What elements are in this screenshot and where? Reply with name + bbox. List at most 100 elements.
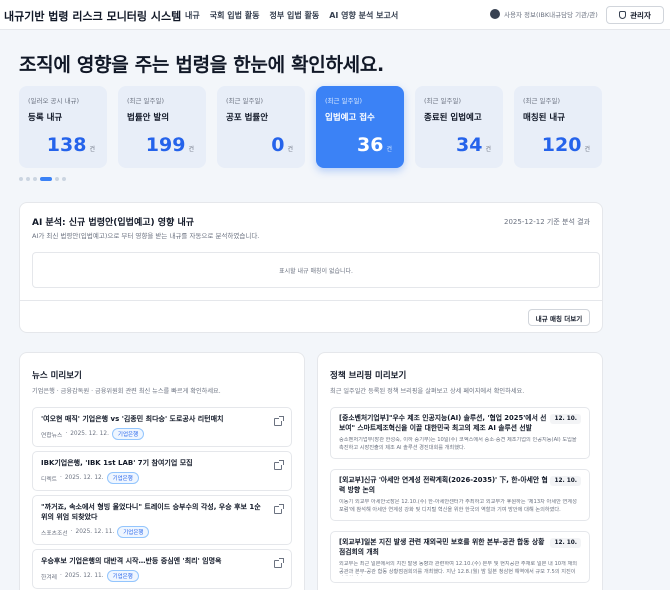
policy-item-date: 12. 10.: [550, 414, 581, 424]
news-item[interactable]: 우승후보 기업은행의 대반격 시작…반등 중심엔 '최리' 임명옥 한겨레 · 20…: [32, 549, 292, 589]
external-link-icon[interactable]: [274, 416, 284, 426]
policy-item-title: [외교부]신규 '아세안 연계성 전략계획(2026-2035)' 下, 한-아…: [339, 476, 548, 494]
user-icon: [490, 9, 500, 19]
stat-kicker: (최근 일주일): [127, 97, 165, 105]
policy-item[interactable]: [외교부]신규 '아세안 연계성 전략계획(2026-2035)' 下, 한-아…: [330, 469, 590, 521]
nav-item-national-assembly[interactable]: 국회 입법 활동: [210, 10, 260, 21]
news-date: 2025. 12. 11.: [64, 573, 104, 579]
policy-item-body: 이동기 외교부 아세안국장은 12.10.(수) 한-아세안센터가 주최하고 외…: [339, 499, 577, 513]
stat-card-matched[interactable]: (최근 일주일) 매칭된 내규 120 건: [514, 86, 602, 168]
news-source: 스포츠조선: [41, 530, 68, 537]
ai-panel-date: 2025-12-12 기준 분석 결과: [504, 218, 590, 226]
stat-unit: 건: [188, 146, 194, 153]
divider: [20, 300, 602, 301]
news-source: 디렉트: [41, 476, 57, 483]
stat-card-notice-received[interactable]: (최근 일주일) 입법예고 접수 36 건: [316, 86, 404, 168]
user-info[interactable]: 사용자 정보(IBK내규담당 기관/관): [490, 9, 598, 19]
nav-item-government[interactable]: 정부 입법 활동: [269, 10, 319, 21]
more-matches-button[interactable]: 내규 매칭 더보기: [528, 309, 590, 326]
news-tag: 기업은행: [117, 526, 150, 538]
stat-card-bills-proposed[interactable]: (최근 일주일) 법률안 발의 199 건: [118, 86, 206, 168]
stat-value: 120: [541, 134, 582, 156]
policy-item-title: [중소벤처기업부]"우수 제조 인공지능(AI) 솔루션, '협업 2025'에…: [339, 414, 547, 432]
stat-value: 0: [271, 134, 285, 156]
stat-title: 종료된 입법예고: [424, 113, 482, 123]
stat-title: 공포 법률안: [226, 113, 269, 123]
external-link-icon[interactable]: [274, 460, 284, 470]
news-subtitle: 기업은행 · 금융감독원 · 금융위원회 관련 최신 뉴스를 빠르게 확인하세요…: [32, 388, 221, 395]
carousel-dot[interactable]: [33, 177, 37, 181]
news-item-title: "까거죠, 속소에서 형빙 울었다니" 트레이드 승부수의 각성, 우승 후보 …: [41, 503, 261, 521]
stat-kicker: (최근 일주일): [424, 97, 462, 105]
policy-item[interactable]: [중소벤처기업부]"우수 제조 인공지능(AI) 솔루션, '협업 2025'에…: [330, 407, 590, 459]
carousel-dot[interactable]: [26, 177, 30, 181]
nav-item-regulations[interactable]: 내규: [185, 10, 200, 21]
nav-item-ai-report[interactable]: AI 영향 분석 보고서: [329, 10, 398, 21]
stat-value: 138: [46, 134, 87, 156]
stat-value: 199: [145, 134, 186, 156]
top-bar: 내규기반 법령 리스크 모니터링 시스템 내규 국회 입법 활동 정부 입법 활…: [0, 0, 670, 30]
stat-value: 34: [456, 134, 483, 156]
news-item[interactable]: "까거죠, 속소에서 형빙 울었다니" 트레이드 승부수의 각성, 우승 후보 …: [32, 495, 292, 545]
stat-kicker: (최근 일주일): [226, 97, 264, 105]
stat-title: 등록 내규: [28, 113, 63, 123]
news-source: 한겨레: [41, 574, 57, 581]
news-source: 연합뉴스: [41, 432, 63, 439]
stat-title: 매칭된 내규: [523, 113, 566, 123]
news-item-title: IBK기업은행, 'IBK 1st LAB' 7기 참여기업 모집: [41, 459, 193, 467]
carousel-dot-active[interactable]: [40, 177, 52, 181]
stat-value: 36: [357, 134, 384, 156]
stat-kicker: (최근 일주일): [523, 97, 561, 105]
empty-state: 표시할 내규 매칭이 없습니다.: [32, 252, 600, 288]
policy-item-title: [외교부]일본 지진 발생 관련 재외국민 보호를 위한 본부-공관 합동 상황…: [339, 538, 545, 556]
shield-icon: [619, 11, 627, 19]
policy-item-date: 12. 10.: [550, 538, 581, 548]
stat-kicker: (최근 일주일): [325, 97, 363, 105]
ai-panel-title: AI 분석: 신규 법령안(입법예고) 영향 내규: [32, 218, 195, 228]
carousel-dot[interactable]: [62, 177, 66, 181]
stat-kicker: (일러오 공시 내규): [28, 97, 80, 105]
policy-title: 정책 브리핑 미리보기: [330, 371, 407, 381]
external-link-icon[interactable]: [274, 558, 284, 568]
ai-analysis-panel: AI 분석: 신규 법령안(입법예고) 영향 내규 AI가 최신 법령안(입법예…: [19, 202, 603, 333]
news-date: 2025. 12. 11.: [75, 529, 115, 535]
carousel-dot[interactable]: [19, 177, 23, 181]
stat-unit: 건: [386, 146, 392, 153]
news-tag: 기업은행: [111, 428, 145, 440]
policy-item-body: 외교부는 최근 일본에서의 지진 발생 동향과 관련하여 12.10.(수) 본…: [339, 561, 578, 575]
stat-card-promulgated[interactable]: (최근 일주일) 공포 법률안 0건: [217, 86, 305, 168]
news-date: 2025. 12. 12.: [64, 475, 104, 481]
news-panel: 뉴스 미리보기 기업은행 · 금융감독원 · 금융위원회 관련 최신 뉴스를 빠…: [19, 352, 305, 590]
news-item-title: 우승후보 기업은행의 대반격 시작…반등 중심엔 '최리' 임명옥: [41, 557, 222, 565]
policy-item[interactable]: [외교부]일본 지진 발생 관련 재외국민 보호를 위한 본부-공관 합동 상황…: [330, 531, 590, 583]
external-link-icon[interactable]: [274, 504, 284, 514]
news-item[interactable]: '여오현 매직' 기업은행 vs '김종민 최다승' 도로공사 리턴매치 연합뉴…: [32, 407, 292, 447]
admin-label: 관리자: [630, 10, 651, 20]
stat-card-registered[interactable]: (일러오 공시 내규) 등록 내규 138 건: [19, 86, 107, 168]
news-tag: 기업은행: [106, 570, 139, 582]
policy-item-date: 12. 10.: [550, 476, 581, 486]
policy-panel: 정책 브리핑 미리보기 최근 일주일간 등록된 정책 브리핑을 살펴보고 상세 …: [317, 352, 603, 590]
app-title[interactable]: 내규기반 법령 리스크 모니터링 시스템: [4, 8, 181, 24]
admin-button[interactable]: 관리자: [606, 6, 664, 24]
stat-title: 법률안 발의: [127, 113, 170, 123]
main-nav: 내규 국회 입법 활동 정부 입법 활동 AI 영향 분석 보고서: [185, 10, 398, 21]
stat-card-notice-closed[interactable]: (최근 일주일) 종료된 입법예고 34 건: [415, 86, 503, 168]
stat-unit: 건: [89, 146, 95, 153]
stat-title: 입법예고 접수: [325, 113, 375, 123]
stat-unit: 건: [584, 146, 590, 153]
ai-panel-subtitle: AI가 최신 법령안(입법예고)으로 부터 영향을 받는 내규를 자동으로 분석…: [32, 232, 260, 240]
news-date: 2025. 12. 12.: [70, 431, 109, 437]
stat-unit: 건: [287, 146, 293, 153]
news-item-title: '여오현 매직' 기업은행 vs '김종민 최다승' 도로공사 리턴매치: [41, 415, 224, 423]
user-info-label: 사용자 정보(IBK내규담당 기관/관): [504, 11, 598, 19]
policy-item-body: 중소벤처기업부(장관 한성숙, 이하 중기부)는 10일(수) 코엑스에서 중소…: [339, 437, 577, 451]
news-item[interactable]: IBK기업은행, 'IBK 1st LAB' 7기 참여기업 모집 디렉트 · 20…: [32, 451, 292, 491]
stat-unit: 건: [485, 146, 491, 153]
carousel-dot[interactable]: [55, 177, 59, 181]
stats-carousel: (일러오 공시 내규) 등록 내규 138 건 (최근 일주일) 법률안 발의 1…: [19, 86, 619, 168]
page-headline: 조직에 영향을 주는 법령을 한눈에 확인하세요.: [19, 54, 384, 76]
news-title: 뉴스 미리보기: [32, 371, 82, 381]
news-tag: 기업은행: [106, 472, 139, 484]
carousel-pagination: [19, 177, 66, 181]
